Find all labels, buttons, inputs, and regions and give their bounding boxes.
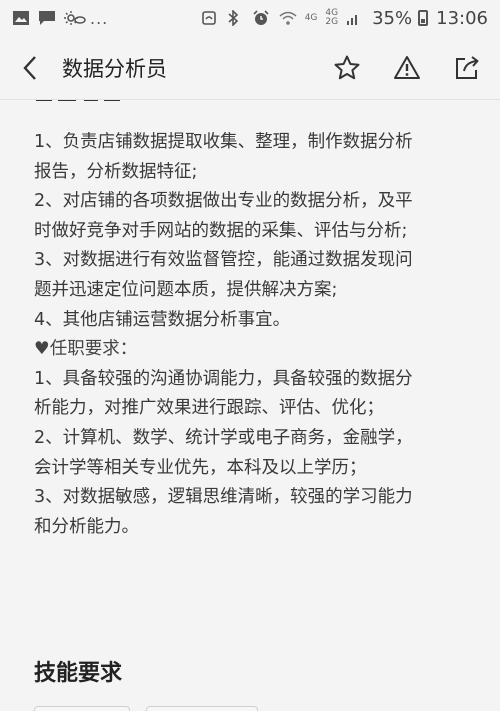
text-line: 2、计算机、数学、统计学或电子商务，金融学， (34, 427, 413, 448)
battery-icon (418, 10, 429, 26)
header-actions (332, 53, 482, 83)
job-description[interactable]: 1、负责店铺数据提取收集、整理，制作数据分析 报告，分析数据特征; 2、对店铺的… (0, 100, 500, 711)
network-type-secondary: 4G 2G (325, 9, 338, 27)
report-button[interactable] (392, 53, 422, 83)
text-line: 3、对数据敏感，逻辑思维清晰，较强的学习能力 (34, 487, 413, 508)
back-button[interactable] (22, 53, 48, 83)
network-type-top: 4G (304, 12, 318, 23)
weather-icon (64, 10, 86, 26)
android-icon (201, 10, 219, 26)
alarm-icon (253, 10, 271, 26)
page-title: 数据分析员 (62, 56, 167, 81)
network-type-secondary-bottom: 2G (325, 17, 339, 27)
text-line: 题并迅速定位问题本质，提供解决方案; (34, 279, 338, 300)
text-line: 析能力，对推广效果进行跟踪、评估、优化； (34, 398, 384, 419)
more-notifications: ... (90, 8, 109, 28)
image-icon (12, 10, 30, 26)
text-line: 2、对店铺的各项数据做出专业的数据分析，及平 (34, 191, 413, 212)
chevron-left-icon (23, 55, 36, 80)
skill-tag[interactable] (34, 706, 130, 711)
message-icon (38, 10, 56, 26)
skill-tag[interactable] (146, 706, 258, 711)
text-line: 时做好竞争对手网站的数据的采集、评估与分析; (34, 220, 408, 241)
status-bar: ... 4G 4G 2G 35% 13:06 (0, 0, 500, 36)
requirements-heading: ♥任职要求： (34, 339, 138, 360)
text-line: 1、负责店铺数据提取收集、整理，制作数据分析 (34, 132, 413, 152)
text-line: 报告，分析数据特征; (34, 161, 198, 182)
wifi-icon (279, 10, 297, 26)
bluetooth-icon (227, 9, 245, 27)
share-icon (456, 55, 479, 79)
clock: 13:06 (436, 7, 488, 29)
text-line: 1、具备较强的沟通协调能力，具备较强的数据分 (34, 368, 413, 389)
skills-section-title: 技能要求 (34, 661, 123, 686)
text-line: 会计学等相关专业优先，本科及以上学历； (34, 457, 367, 478)
warning-icon (394, 55, 420, 79)
app-header: 数据分析员 (0, 36, 500, 100)
battery-percent: 35% (372, 7, 413, 29)
favorite-button[interactable] (332, 53, 362, 83)
text-line: 4、其他店铺运营数据分析事宜。 (34, 309, 291, 330)
scrolled-heading-fragment (34, 100, 124, 112)
status-right: 4G 4G 2G 35% 13:06 (201, 8, 488, 29)
share-button[interactable] (452, 53, 482, 83)
star-icon (334, 55, 360, 79)
status-left: ... (12, 9, 108, 28)
network-type: 4G (304, 12, 318, 23)
duties-text: 1、负责店铺数据提取收集、整理，制作数据分析 报告，分析数据特征; 2、对店铺的… (34, 128, 474, 542)
text-line: 和分析能力。 (34, 516, 139, 537)
signal-icon (346, 10, 364, 26)
text-line: 3、对数据进行有效监督管控，能通过数据发现问 (34, 250, 413, 271)
